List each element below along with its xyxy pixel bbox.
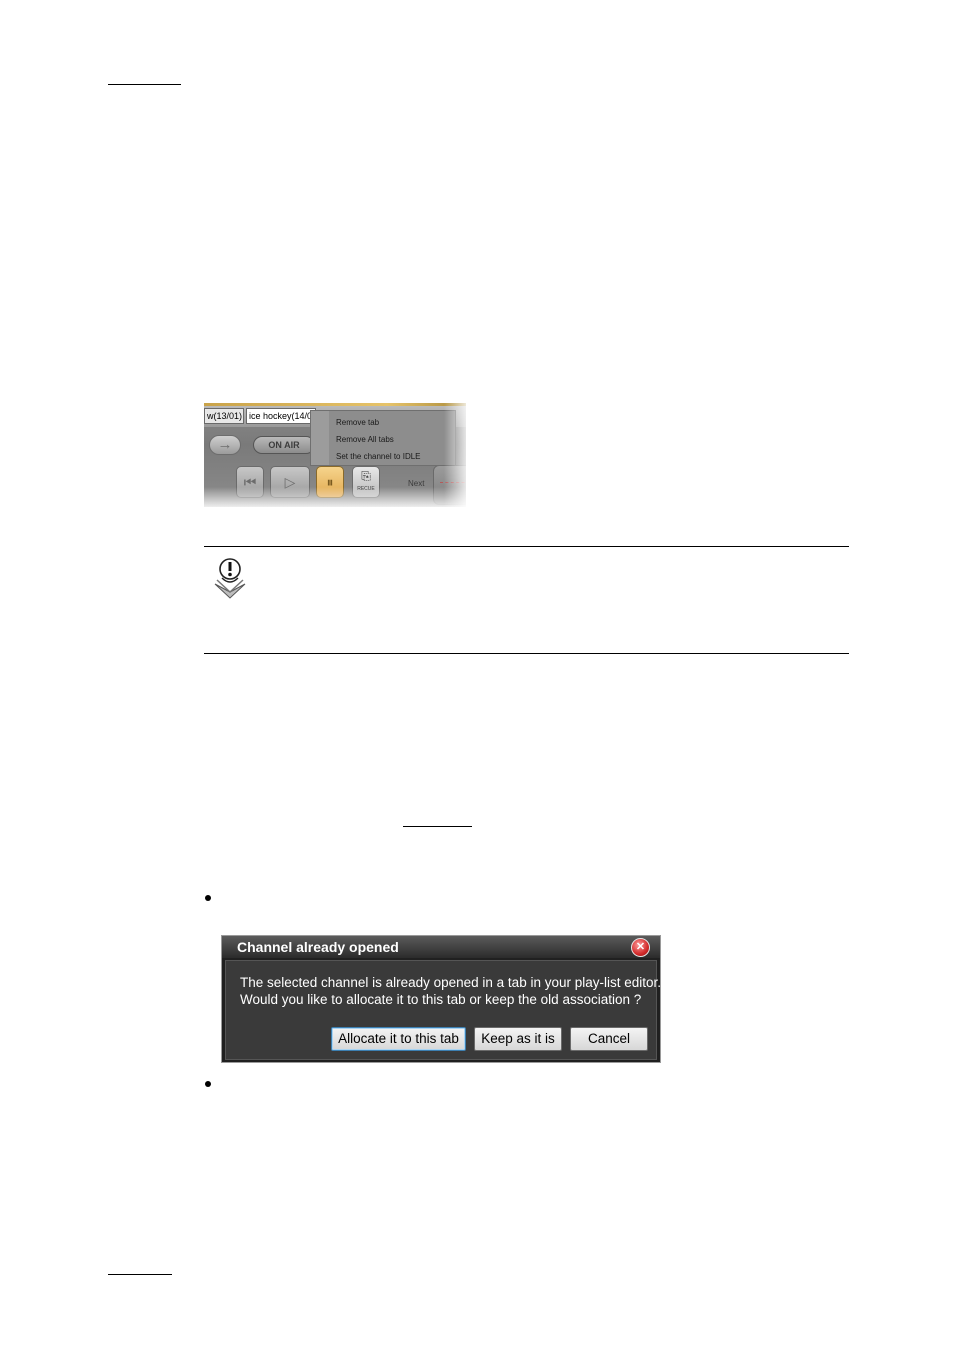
player-panel-screenshot: w(13/01) ice hockey(14/0 → ON AIR ⏮ ▷ ⏸ …	[204, 403, 466, 507]
tab-strip-accent	[204, 403, 466, 406]
note-bottom-rule	[204, 653, 849, 654]
skip-back-icon: ⏮	[243, 474, 257, 490]
previous-button[interactable]: ⏮	[236, 466, 264, 498]
pause-icon: ⏸	[326, 474, 334, 490]
recue-button[interactable]: ⎘ RECUE	[352, 466, 380, 498]
on-air-button[interactable]: ON AIR	[253, 436, 315, 454]
cancel-button[interactable]: Cancel	[570, 1027, 648, 1051]
pause-button[interactable]: ⏸	[316, 466, 344, 498]
allocate-button[interactable]: Allocate it to this tab	[331, 1027, 466, 1051]
dialog-title: Channel already opened	[237, 939, 399, 955]
note-top-rule	[204, 546, 849, 547]
close-icon: ✕	[635, 941, 646, 953]
menu-item-remove-all-tabs[interactable]: Remove All tabs	[336, 435, 394, 444]
footer-rule	[108, 1274, 172, 1275]
tab-context-menu: Remove tab Remove All tabs Set the chann…	[310, 410, 456, 466]
context-menu-gutter	[311, 411, 329, 465]
next-clip-box	[433, 465, 466, 505]
arrow-right-icon: →	[217, 436, 233, 453]
play-icon: ▷	[284, 474, 296, 490]
dialog-titlebar: Channel already opened ✕	[222, 936, 660, 958]
link-underline	[403, 826, 472, 827]
dialog-message-line-1: The selected channel is already opened i…	[240, 975, 662, 990]
dialog-body: The selected channel is already opened i…	[225, 960, 661, 1060]
menu-item-set-channel-idle[interactable]: Set the channel to IDLE	[336, 452, 421, 461]
menu-item-remove-tab[interactable]: Remove tab	[336, 418, 379, 427]
header-rule	[108, 84, 181, 85]
bullet-2	[205, 1081, 211, 1087]
dialog-message-line-2: Would you like to allocate it to this ta…	[240, 992, 642, 1007]
play-button[interactable]: ▷	[270, 466, 310, 498]
keep-as-is-button[interactable]: Keep as it is	[474, 1027, 562, 1051]
recue-icon: ⎘	[361, 469, 371, 483]
bullet-1	[205, 895, 211, 901]
dialog-close-button[interactable]: ✕	[631, 938, 650, 957]
arrow-right-button[interactable]: →	[209, 435, 241, 455]
channel-already-opened-dialog: Channel already opened ✕ The selected ch…	[221, 935, 661, 1063]
tab-ice-hockey[interactable]: ice hockey(14/0	[246, 408, 316, 424]
tab-previous[interactable]: w(13/01)	[204, 408, 244, 424]
recue-label: RECUE	[357, 486, 375, 492]
note-warning-icon	[214, 558, 246, 599]
next-label: Next	[408, 479, 425, 488]
